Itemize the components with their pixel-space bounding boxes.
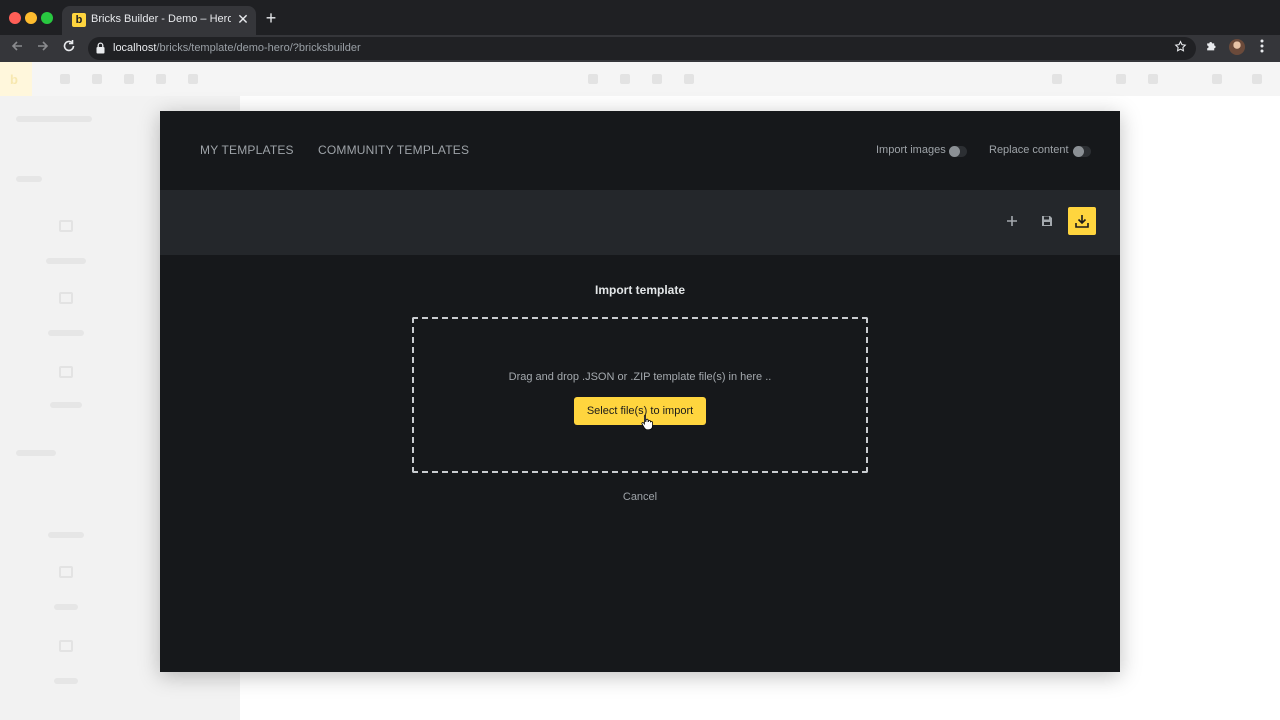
modal-action-bar xyxy=(160,190,1120,255)
reload-icon[interactable] xyxy=(60,39,78,57)
replace-content-toggle[interactable] xyxy=(1073,146,1091,157)
sidebar-ghost-row xyxy=(54,678,78,684)
import-template-title: Import template xyxy=(594,283,685,297)
sidebar-ghost-row xyxy=(46,258,86,264)
browser-tabstrip: b Bricks Builder - Demo – Hero S ✕ + xyxy=(0,0,1280,35)
save-icon xyxy=(1042,216,1052,226)
toolbar-ghost-icon xyxy=(124,74,134,84)
modal-header: MY TEMPLATES COMMUNITY TEMPLATES Import … xyxy=(160,111,1120,190)
sidebar-ghost-row xyxy=(16,176,42,182)
sidebar-ghost-icon xyxy=(59,640,73,652)
toggle-knob xyxy=(949,146,960,157)
toolbar-ghost-icon xyxy=(156,74,166,84)
sidebar-ghost-row xyxy=(48,330,84,336)
select-files-button[interactable]: Select file(s) to import xyxy=(574,397,706,425)
new-tab-icon[interactable]: + xyxy=(262,9,280,27)
toolbar-ghost-icon xyxy=(588,74,598,84)
tab-title: Bricks Builder - Demo – Hero S xyxy=(91,13,231,25)
sidebar-ghost-row xyxy=(16,450,56,456)
url-path: /bricks/template/demo-hero/?bricksbuilde… xyxy=(156,42,361,54)
toolbar-ghost-icon xyxy=(92,74,102,84)
toolbar-ghost-icon xyxy=(684,74,694,84)
tab-my-templates[interactable]: MY TEMPLATES xyxy=(200,143,294,157)
sidebar-ghost-row xyxy=(54,604,78,610)
toolbar-ghost-icon xyxy=(620,74,630,84)
sidebar-ghost-row xyxy=(50,402,82,408)
extensions-puzzle-icon[interactable] xyxy=(1204,39,1218,53)
toggle-knob xyxy=(1073,146,1084,157)
hand-pointer-cursor-icon xyxy=(641,414,653,430)
save-template-button[interactable] xyxy=(1033,207,1061,235)
dropzone-instructions: Drag and drop .JSON or .ZIP template fil… xyxy=(508,371,772,383)
templates-modal: MY TEMPLATES COMMUNITY TEMPLATES Import … xyxy=(160,111,1120,672)
sidebar-ghost-row xyxy=(16,116,92,122)
import-images-toggle[interactable] xyxy=(949,146,967,157)
bricks-favicon-icon: b xyxy=(72,13,86,27)
sidebar-ghost-icon xyxy=(59,366,73,378)
forward-arrow-icon[interactable] xyxy=(34,39,52,57)
browser-tab[interactable]: b Bricks Builder - Demo – Hero S ✕ xyxy=(62,6,256,35)
window-zoom-button[interactable] xyxy=(41,12,53,24)
sidebar-ghost-row xyxy=(48,532,84,538)
import-template-button[interactable] xyxy=(1068,207,1096,235)
toolbar-ghost-icon xyxy=(1148,74,1158,84)
toolbar-ghost-icon xyxy=(1116,74,1126,84)
address-bar[interactable]: localhost/bricks/template/demo-hero/?bri… xyxy=(88,37,1196,60)
toolbar-ghost-icon xyxy=(1252,74,1262,84)
builder-logo-letter: b xyxy=(10,72,18,87)
toolbar-ghost-icon xyxy=(652,74,662,84)
tab-close-icon[interactable]: ✕ xyxy=(235,11,251,27)
download-icon xyxy=(1075,215,1089,228)
import-images-label: Import images xyxy=(876,144,946,156)
cancel-link[interactable]: Cancel xyxy=(160,491,1120,503)
window-close-button[interactable] xyxy=(9,12,21,24)
bookmark-star-icon[interactable] xyxy=(1172,40,1188,56)
file-dropzone[interactable]: Drag and drop .JSON or .ZIP template fil… xyxy=(412,317,868,473)
sidebar-ghost-icon xyxy=(59,566,73,578)
sidebar-ghost-icon xyxy=(59,292,73,304)
toolbar-ghost-icon xyxy=(188,74,198,84)
browser-toolbar: localhost/bricks/template/demo-hero/?bri… xyxy=(0,35,1280,62)
add-template-button[interactable] xyxy=(998,207,1026,235)
toolbar-ghost-icon xyxy=(60,74,70,84)
replace-content-label: Replace content xyxy=(989,144,1069,156)
browser-menu-icon[interactable] xyxy=(1256,39,1268,55)
profile-avatar[interactable] xyxy=(1229,39,1245,55)
plus-icon xyxy=(1007,216,1017,226)
builder-logo: b xyxy=(0,62,32,96)
tab-community-templates[interactable]: COMMUNITY TEMPLATES xyxy=(318,143,469,157)
url-text: localhost/bricks/template/demo-hero/?bri… xyxy=(113,42,361,54)
lock-icon xyxy=(96,42,105,54)
window-minimize-button[interactable] xyxy=(25,12,37,24)
url-host: localhost xyxy=(113,42,157,54)
back-arrow-icon[interactable] xyxy=(8,39,26,57)
toolbar-ghost-icon xyxy=(1212,74,1222,84)
sidebar-ghost-icon xyxy=(59,220,73,232)
toolbar-ghost-icon xyxy=(1052,74,1062,84)
